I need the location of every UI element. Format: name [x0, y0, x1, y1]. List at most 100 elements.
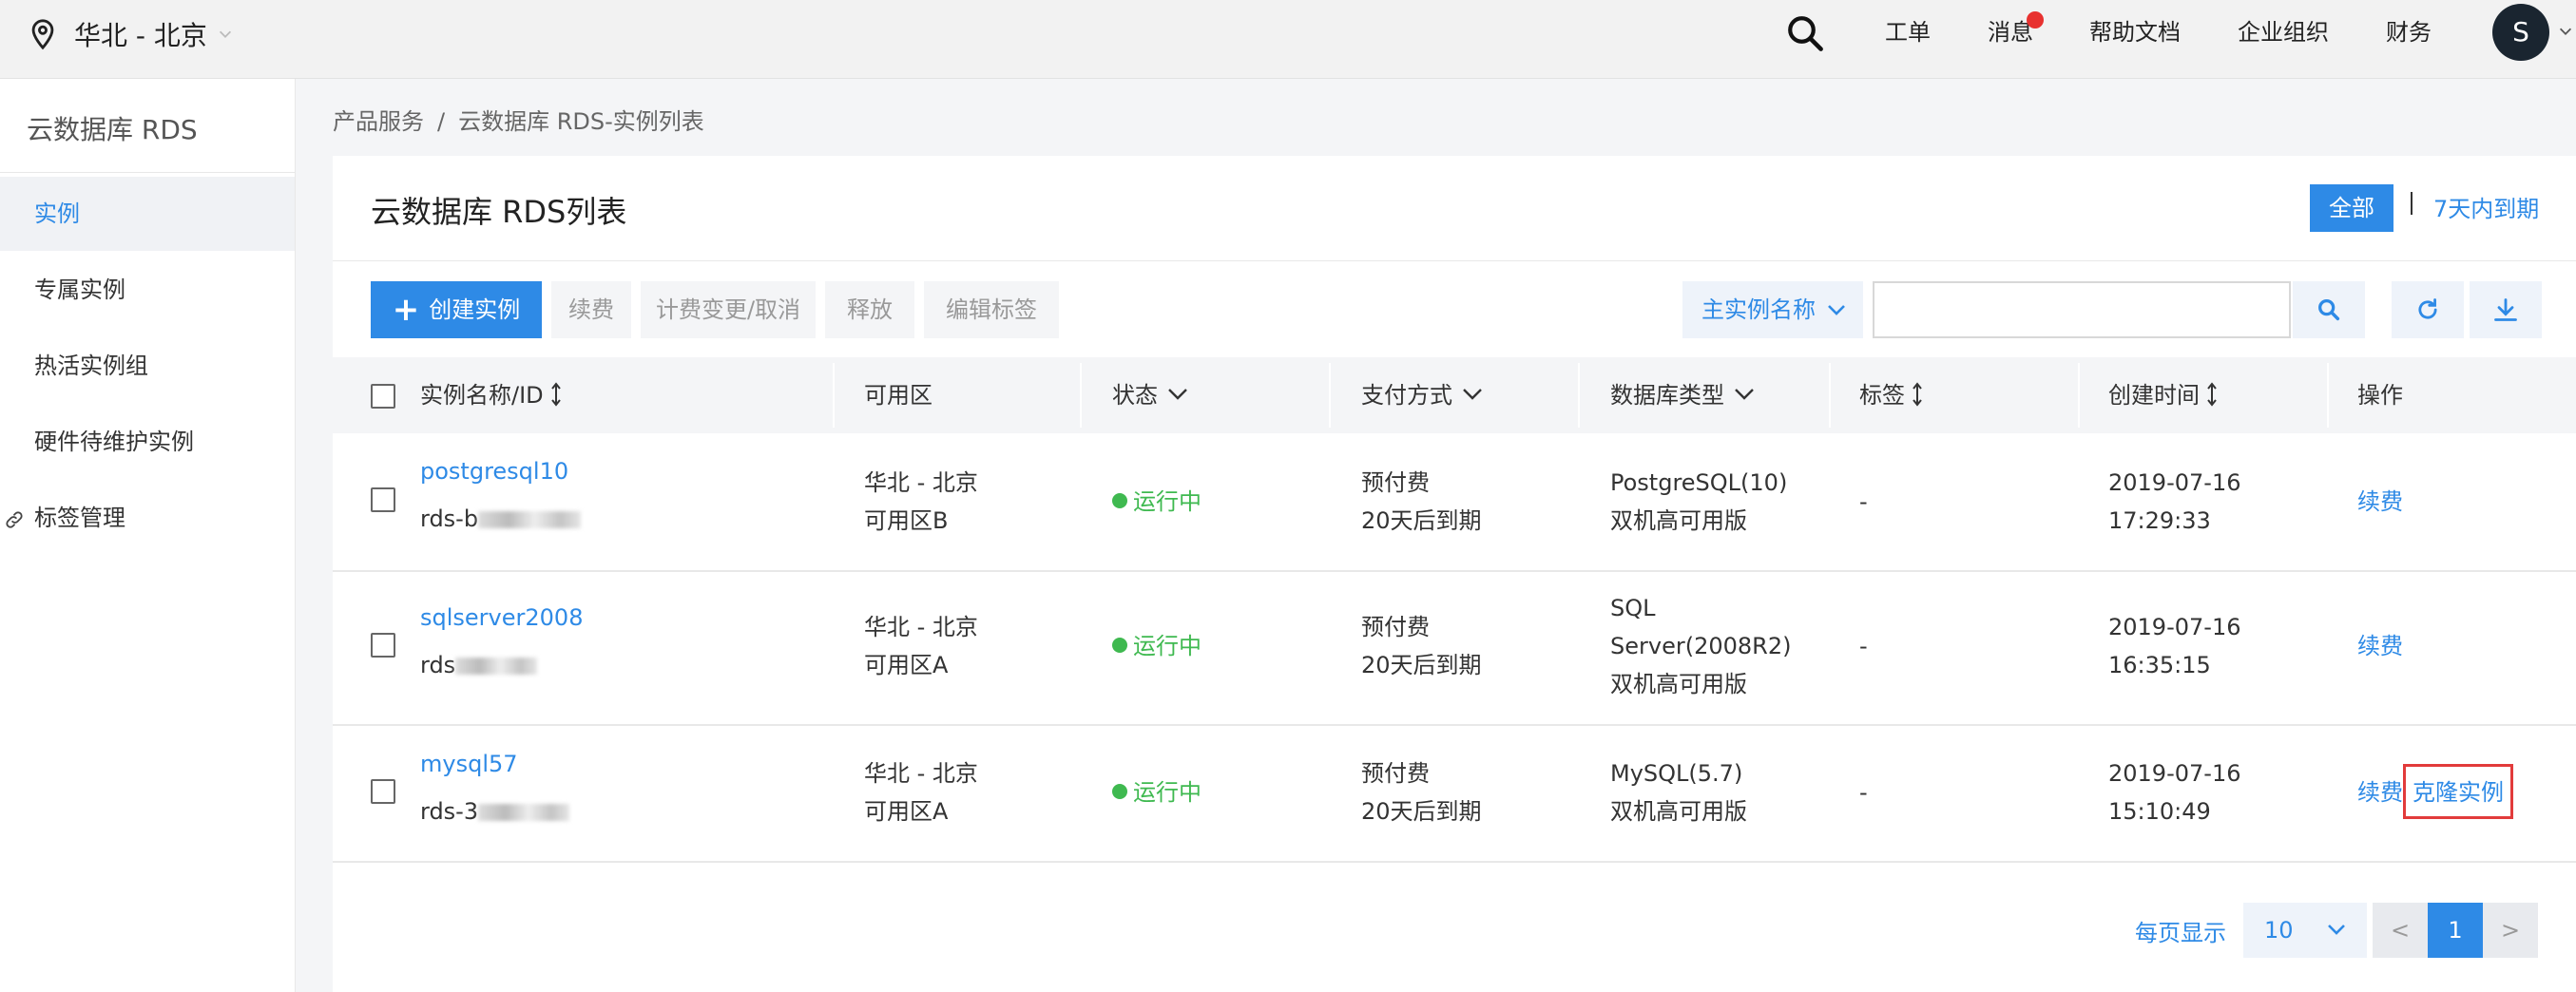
create-instance-label: 创建实例	[429, 296, 521, 323]
page-size-label: 每页显示	[2135, 920, 2226, 946]
payment-expiry: 20天后到期	[1361, 652, 1482, 678]
status-dot-icon	[1112, 638, 1127, 653]
instance-name-link[interactable]: postgresql10	[420, 452, 568, 490]
payment-type: 预付费	[1361, 614, 1430, 640]
refresh-button[interactable]	[2392, 281, 2464, 338]
breadcrumb-current: 云数据库 RDS-实例列表	[458, 108, 704, 135]
instance-name-link[interactable]: mysql57	[420, 745, 518, 783]
row-checkbox[interactable]	[371, 487, 395, 512]
instance-id-text: rds-b	[420, 506, 479, 532]
status-badge: 运行中	[1112, 483, 1201, 521]
sidebar-item-tag-management[interactable]: 标签管理	[0, 481, 295, 555]
download-button[interactable]	[2470, 281, 2542, 338]
sidebar: 云数据库 RDS 实例 专属实例 热活实例组 硬件待维护实例 标签管理	[0, 79, 296, 992]
chevron-down-icon[interactable]	[2557, 23, 2574, 40]
sidebar-item-instances[interactable]: 实例	[0, 177, 295, 251]
divider	[333, 260, 2576, 261]
filter-7days-button[interactable]: 7天内到期	[2433, 190, 2539, 223]
tag-value: -	[1859, 488, 1868, 515]
column-header: 可用区	[864, 382, 932, 409]
column-header[interactable]: 实例名称/ID	[420, 357, 563, 433]
search-icon[interactable]	[1785, 13, 1825, 53]
sidebar-item-hot-active-groups[interactable]: 热活实例组	[0, 329, 295, 403]
created-date: 2019-07-16	[2108, 469, 2241, 496]
redacted-id	[478, 511, 582, 528]
renew-link[interactable]: 续费	[2357, 627, 2403, 665]
refresh-icon	[2418, 298, 2437, 319]
search-field-label: 主实例名称	[1701, 296, 1816, 323]
sort-icon	[550, 382, 561, 407]
breadcrumb-separator: /	[437, 108, 446, 135]
zone-region: 华北 - 北京	[864, 760, 978, 787]
billing-change-button[interactable]: 计费变更/取消	[641, 281, 816, 338]
db-edition: 双机高可用版	[1610, 798, 1747, 825]
prev-page-button[interactable]: <	[2373, 903, 2428, 958]
db-type: MySQL(5.7)	[1610, 760, 1743, 787]
sidebar-item-label: 热活实例组	[34, 353, 148, 379]
status-badge: 运行中	[1112, 627, 1201, 665]
column-header[interactable]: 状态	[1112, 357, 1188, 433]
row-checkbox[interactable]	[371, 779, 395, 804]
column-divider	[833, 363, 835, 428]
table-row: postgresql10 rds-b 华北 - 北京 可用区B 运行中 预付费 …	[333, 433, 2576, 572]
instance-name-link[interactable]: sqlserver2008	[420, 599, 583, 637]
column-header[interactable]: 数据库类型	[1610, 357, 1755, 433]
download-icon	[2494, 298, 2517, 321]
clone-instance-link[interactable]: 克隆实例	[2413, 773, 2504, 811]
location-pin-icon	[31, 19, 54, 50]
redacted-id	[478, 804, 570, 821]
status-text: 运行中	[1133, 488, 1201, 515]
zone-region: 华北 - 北京	[864, 614, 978, 640]
sidebar-item-label: 专属实例	[34, 277, 125, 303]
column-header[interactable]: 支付方式	[1361, 357, 1483, 433]
chevron-down-icon	[1735, 389, 1754, 400]
column-divider	[1080, 363, 1082, 428]
page-1-button[interactable]: 1	[2428, 903, 2483, 958]
nav-finance[interactable]: 财务	[2386, 13, 2432, 51]
column-divider	[2078, 363, 2080, 428]
renew-button[interactable]: 续费	[551, 281, 631, 338]
sidebar-item-dedicated-instances[interactable]: 专属实例	[0, 253, 295, 327]
chevron-down-icon	[1828, 305, 1845, 315]
avatar[interactable]: S	[2492, 4, 2549, 61]
payment-type: 预付费	[1361, 469, 1430, 496]
sidebar-item-label: 标签管理	[34, 505, 125, 531]
region-selector[interactable]: 华北 - 北京	[27, 13, 234, 55]
column-header[interactable]: 标签	[1859, 357, 1924, 433]
breadcrumb-product-services[interactable]: 产品服务	[333, 108, 424, 135]
edit-tags-button[interactable]: 编辑标签	[924, 281, 1059, 338]
status-text: 运行中	[1133, 633, 1201, 659]
search-input[interactable]	[1873, 281, 2291, 338]
plus-icon: +	[392, 291, 420, 329]
zone-az: 可用区B	[864, 507, 949, 534]
select-all-checkbox[interactable]	[371, 384, 395, 409]
column-label: 数据库类型	[1610, 382, 1724, 409]
renew-link[interactable]: 续费	[2357, 773, 2403, 811]
release-button[interactable]: 释放	[825, 281, 914, 338]
db-type-line1: SQL	[1610, 595, 1656, 621]
nav-organization[interactable]: 企业组织	[2238, 13, 2329, 51]
divider	[0, 172, 295, 173]
next-page-button[interactable]: >	[2483, 903, 2538, 958]
nav-tickets[interactable]: 工单	[1885, 13, 1931, 51]
row-checkbox[interactable]	[371, 633, 395, 658]
payment-type: 预付费	[1361, 760, 1430, 787]
db-type-line2: Server(2008R2)	[1610, 633, 1792, 659]
page-title: 云数据库 RDS列表	[371, 194, 627, 230]
column-divider	[2327, 363, 2329, 428]
status-dot-icon	[1112, 784, 1127, 799]
page-size-select[interactable]: 10	[2243, 903, 2367, 958]
payment-expiry: 20天后到期	[1361, 507, 1482, 534]
renew-link[interactable]: 续费	[2357, 483, 2403, 521]
sidebar-item-hardware-maintenance[interactable]: 硬件待维护实例	[0, 405, 295, 479]
search-button[interactable]	[2293, 281, 2365, 338]
column-header[interactable]: 创建时间	[2108, 357, 2219, 433]
tag-value: -	[1859, 779, 1868, 806]
column-label: 标签	[1859, 382, 1905, 409]
instance-id-text: rds-3	[420, 798, 479, 825]
create-instance-button[interactable]: + 创建实例	[371, 281, 542, 338]
search-field-select[interactable]: 主实例名称	[1682, 281, 1863, 338]
nav-help-docs[interactable]: 帮助文档	[2089, 13, 2181, 51]
filter-all-button[interactable]: 全部	[2310, 184, 2393, 232]
column-label: 状态	[1112, 382, 1158, 409]
